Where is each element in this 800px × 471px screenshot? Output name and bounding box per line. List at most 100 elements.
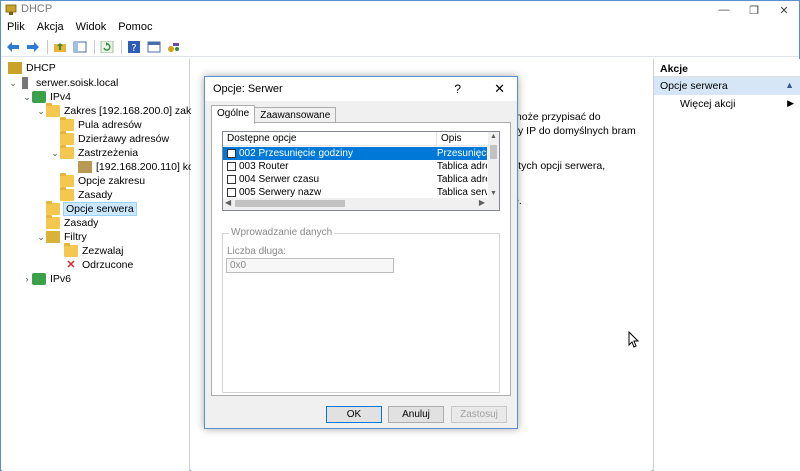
folder-icon xyxy=(60,173,74,187)
scroll-down-icon[interactable]: ▼ xyxy=(490,190,497,197)
console-tree: DHCP ⌄ serwer.soisk.local ⌄ IPv4 ⌄ Zakre… xyxy=(2,59,206,471)
scroll-thumb[interactable] xyxy=(490,145,497,159)
more-actions-item[interactable]: Więcej akcji ▶ xyxy=(654,95,800,113)
folder-icon xyxy=(60,187,74,201)
column-header-options[interactable]: Dostępne opcje xyxy=(223,132,437,145)
tree-item-server[interactable]: ⌄ serwer.soisk.local xyxy=(8,76,118,90)
dhcp-app-icon xyxy=(5,4,17,15)
option-name: 004 Serwer czasu xyxy=(239,174,320,185)
add-option-button[interactable] xyxy=(165,38,183,56)
hscroll-thumb[interactable] xyxy=(235,200,345,207)
refresh-button[interactable] xyxy=(98,38,116,56)
scroll-right-icon[interactable]: ▶ xyxy=(479,198,485,207)
ipv4-icon xyxy=(32,91,46,103)
content-text-line1: może przypisać do xyxy=(513,111,601,123)
dialog-title: Opcje: Serwer xyxy=(213,83,283,95)
tree-item-address-pool[interactable]: Pula adresów xyxy=(60,117,142,132)
collapse-icon[interactable]: ⌄ xyxy=(50,148,60,159)
dhcp-window: DHCP — ❐ ✕ Plik Akcja Widok Pomoc ? DHCP… xyxy=(0,0,800,471)
server-icon xyxy=(22,77,28,89)
back-button[interactable] xyxy=(4,38,22,56)
back-arrow-icon xyxy=(7,41,19,52)
long-value-field: 0x0 xyxy=(226,258,394,273)
tree-item-deny[interactable]: ✕ Odrzucone xyxy=(64,258,133,272)
option-description: Tablica adre xyxy=(436,174,487,185)
dialog-help-button[interactable]: ? xyxy=(454,82,461,96)
list-item[interactable]: 002 Przesunięcie godziny Przesunięci xyxy=(223,147,487,160)
actions-section-server-options[interactable]: Opcje serwera ▲ xyxy=(654,77,800,95)
menu-file[interactable]: Plik xyxy=(1,20,31,36)
ipv6-icon xyxy=(32,273,46,285)
up-folder-button[interactable] xyxy=(51,38,69,56)
menu-bar: Plik Akcja Widok Pomoc xyxy=(1,20,799,36)
more-actions-label: Więcej akcji xyxy=(680,98,736,110)
server-options-dialog: Opcje: Serwer ? ✕ Ogólne Zaawansowane Do… xyxy=(204,76,518,429)
title-bar: DHCP — ❐ ✕ xyxy=(1,1,799,19)
properties-view-button[interactable] xyxy=(145,38,163,56)
tree-item-server-options[interactable]: Opcje serwera xyxy=(46,201,137,216)
horizontal-scrollbar[interactable]: ◀ ▶ xyxy=(223,198,499,210)
tab-advanced[interactable]: Zaawansowane xyxy=(254,107,337,123)
deny-icon: ✕ xyxy=(66,259,76,271)
tab-general[interactable]: Ogólne xyxy=(211,105,256,124)
tree-item-ipv6[interactable]: › IPv6 xyxy=(22,272,71,286)
collapse-icon[interactable]: ⌄ xyxy=(8,78,18,89)
menu-view[interactable]: Widok xyxy=(70,20,113,36)
help-button[interactable]: ? xyxy=(125,38,143,56)
folder-up-icon xyxy=(54,42,66,52)
tree-item-filters[interactable]: ⌄ Filtry xyxy=(36,230,87,244)
folder-icon xyxy=(46,201,60,215)
cancel-button[interactable]: Anuluj xyxy=(388,406,444,423)
tree-item-dhcp[interactable]: DHCP xyxy=(8,61,56,75)
show-hide-tree-button[interactable] xyxy=(71,38,89,56)
option-checkbox[interactable] xyxy=(227,149,236,158)
option-name: 005 Serwery nazw xyxy=(239,187,322,198)
collapse-caret-icon[interactable]: ▲ xyxy=(785,80,794,90)
dialog-close-button[interactable]: ✕ xyxy=(494,81,505,97)
tree-item-scope-options[interactable]: Opcje zakresu xyxy=(60,173,145,188)
option-description: Przesunięci xyxy=(436,148,487,159)
folder-icon xyxy=(46,215,60,229)
option-checkbox[interactable] xyxy=(227,162,236,171)
collapse-icon[interactable]: ⌄ xyxy=(36,106,46,117)
collapse-icon[interactable]: ⌄ xyxy=(22,92,32,103)
option-checkbox[interactable] xyxy=(227,175,236,184)
vertical-scrollbar[interactable]: ▲ ▼ xyxy=(488,132,499,198)
folder-icon xyxy=(60,145,74,159)
wizard-icon xyxy=(168,42,179,52)
tree-item-reservations[interactable]: ⌄ Zastrzeżenia xyxy=(50,145,138,160)
dhcp-icon xyxy=(8,62,22,74)
restore-button[interactable]: ❐ xyxy=(739,1,769,19)
available-options-list[interactable]: Dostępne opcje Opis 002 Przesunięcie god… xyxy=(222,131,500,211)
refresh-icon xyxy=(100,40,114,53)
content-text-line3: z tych opcji serwera, xyxy=(510,160,606,172)
list-item[interactable]: 004 Serwer czasu Tablica adre xyxy=(223,173,487,186)
minimize-button[interactable]: — xyxy=(709,1,739,19)
list-item[interactable]: 003 Router Tablica adre xyxy=(223,160,487,173)
menu-action[interactable]: Akcja xyxy=(31,20,70,36)
expand-icon[interactable]: › xyxy=(22,274,32,284)
menu-help[interactable]: Pomoc xyxy=(112,20,158,36)
tree-item-reservation[interactable]: [192.168.200.110] kom xyxy=(78,160,203,174)
forward-button[interactable] xyxy=(24,38,42,56)
ok-button[interactable]: OK xyxy=(326,406,382,423)
scroll-left-icon[interactable]: ◀ xyxy=(225,198,231,207)
close-button[interactable]: ✕ xyxy=(769,1,799,19)
column-header-description[interactable]: Opis xyxy=(437,132,487,145)
scroll-up-icon[interactable]: ▲ xyxy=(490,133,497,140)
collapse-icon[interactable]: ⌄ xyxy=(36,232,46,243)
tree-item-ipv4[interactable]: ⌄ IPv4 xyxy=(22,90,71,104)
tree-item-scope-policies[interactable]: Zasady xyxy=(60,187,112,202)
tree-item-policies[interactable]: Zasady xyxy=(46,215,98,230)
list-header: Dostępne opcje Opis xyxy=(223,132,499,146)
tree-item-allow[interactable]: Zezwalaj xyxy=(64,243,123,258)
folder-icon xyxy=(60,117,74,131)
tree-item-scope[interactable]: ⌄ Zakres [192.168.200.0] zakres xyxy=(36,103,206,118)
data-entry-label: Wprowadzanie danych xyxy=(229,227,335,238)
option-checkbox[interactable] xyxy=(227,188,236,197)
folder-icon xyxy=(46,103,60,117)
help-icon: ? xyxy=(128,40,140,53)
allow-folder-icon xyxy=(64,243,78,257)
tree-item-leases[interactable]: Dzierżawy adresów xyxy=(60,131,169,146)
forward-arrow-icon xyxy=(27,41,39,52)
